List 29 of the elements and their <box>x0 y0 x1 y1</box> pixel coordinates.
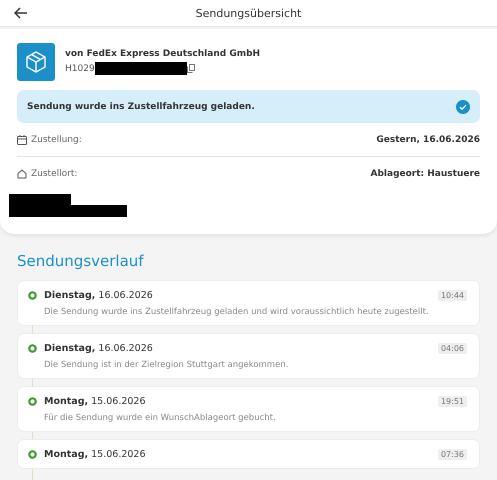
time-badge: 04:06 <box>438 343 467 354</box>
timeline-dot-icon <box>28 344 37 353</box>
event-date: Dienstag, 16.06.2026 <box>44 343 154 354</box>
event-date: Montag, 15.06.2026 <box>44 396 147 407</box>
sender-name: von FedEx Express Deutschland GmbH <box>65 49 260 59</box>
detail-label: Zustellort: <box>31 168 78 178</box>
copy-icon[interactable] <box>186 64 195 73</box>
detail-label: Zustellung: <box>31 134 82 144</box>
event-date: Montag, 15.06.2026 <box>44 449 147 460</box>
detail-value: Gestern, 16.06.2026 <box>376 134 480 144</box>
timeline-dot-icon <box>28 397 37 406</box>
calendar-icon <box>17 134 27 144</box>
status-message: Sendung wurde ins Zustellfahrzeug geladen. <box>27 102 255 112</box>
event-description: Für die Sendung wurde ein WunschAblageort gebucht. <box>43 413 277 423</box>
event-date: Dienstag, 16.06.2026 <box>44 290 154 301</box>
detail-value: Ablageort: Haustuere <box>370 168 480 178</box>
time-badge: 10:44 <box>438 290 467 301</box>
time-badge: 07:36 <box>438 449 467 460</box>
house-icon <box>17 168 27 178</box>
timeline-dot-icon <box>28 450 37 459</box>
event-description: Die Sendung wurde ins Zustellfahrzeug geladen und wird voraussichtlich heute zugestellt. <box>43 307 430 317</box>
section-title: Sendungsverlauf <box>17 252 145 270</box>
time-badge: 19:51 <box>438 396 467 407</box>
timeline-dot-icon <box>28 291 37 300</box>
event-description: Die Sendung ist in der Zielregion Stuttgart angekommen. <box>43 360 290 370</box>
tracking-number: H1029 <box>65 64 95 74</box>
back-arrow-icon[interactable] <box>14 7 28 19</box>
package-icon <box>17 43 55 81</box>
page-title: Sendungsübersicht <box>196 6 302 20</box>
